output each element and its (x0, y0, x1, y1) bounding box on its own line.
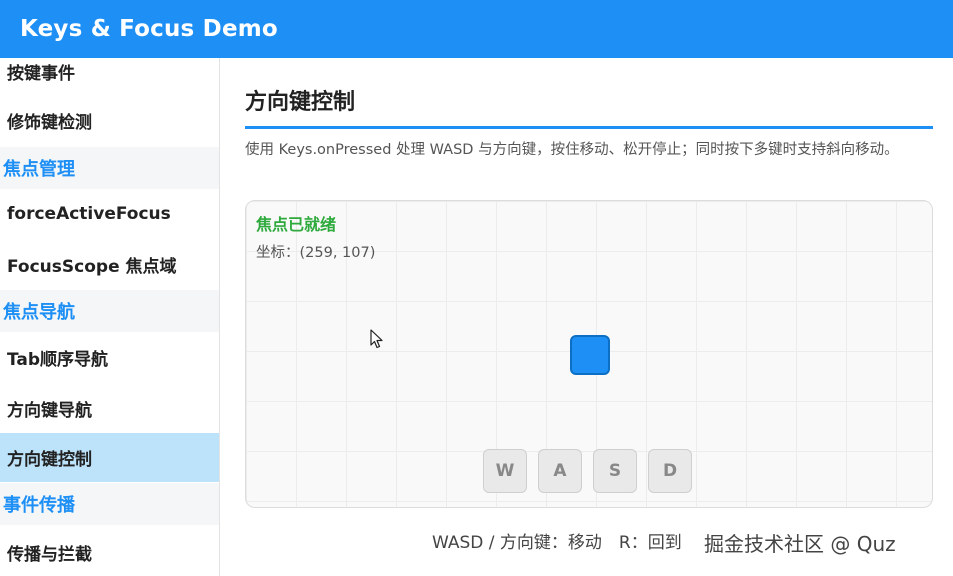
player-block (570, 335, 610, 375)
movement-playfield[interactable]: 焦点已就绪 坐标：(259, 107) W A S D (245, 200, 933, 508)
sidebar-item-focus-scope[interactable]: FocusScope 焦点域 (0, 240, 219, 288)
title-divider (245, 126, 933, 129)
sidebar-section-label: 焦点管理 (3, 159, 75, 180)
sidebar-item-label: forceActiveFocus (7, 204, 171, 224)
sidebar-item-label: 传播与拦截 (7, 544, 92, 565)
sidebar: 按键事件 修饰键检测 焦点管理 forceActiveFocus FocusSc… (0, 58, 220, 576)
sidebar-item-label: Tab顺序导航 (7, 349, 109, 370)
sidebar-item-label: 按键事件 (7, 63, 75, 84)
sidebar-item-arrow-navigation[interactable]: 方向键导航 (0, 384, 219, 432)
app-title: Keys & Focus Demo (20, 16, 278, 42)
key-hint-a: A (538, 449, 582, 493)
sidebar-item-force-active-focus[interactable]: forceActiveFocus (0, 190, 219, 238)
sidebar-item-label: 方向键控制 (7, 450, 92, 470)
key-hint-w: W (483, 449, 527, 493)
sidebar-section-event-propagation: 事件传播 (0, 483, 219, 525)
sidebar-section-label: 焦点导航 (3, 302, 75, 323)
sidebar-item-label: 修饰键检测 (7, 112, 92, 133)
sidebar-item-modifier-keys[interactable]: 修饰键检测 (0, 96, 219, 144)
sidebar-item-label: 方向键导航 (7, 400, 92, 421)
key-hint-d: D (648, 449, 692, 493)
watermark: 掘金技术社区 @ Quz (704, 532, 896, 556)
focus-status: 焦点已就绪 (256, 215, 337, 234)
page-title: 方向键控制 (245, 90, 356, 115)
title-bar: Keys & Focus Demo (0, 0, 953, 58)
sidebar-section-focus-management: 焦点管理 (0, 147, 219, 189)
sidebar-item-label: FocusScope 焦点域 (7, 256, 177, 277)
control-hint: WASD / 方向键：移动 R：回到 (432, 533, 682, 553)
key-hint-s: S (593, 449, 637, 493)
sidebar-section-label: 事件传播 (3, 495, 75, 516)
sidebar-item-propagation-intercept[interactable]: 传播与拦截 (0, 528, 219, 576)
sidebar-item-tab-order[interactable]: Tab顺序导航 (0, 333, 219, 381)
coordinate-readout: 坐标：(259, 107) (256, 245, 376, 261)
sidebar-section-focus-navigation: 焦点导航 (0, 290, 219, 332)
sidebar-item-key-events[interactable]: 按键事件 (0, 58, 219, 95)
sidebar-item-arrow-control[interactable]: 方向键控制 (0, 433, 219, 482)
mouse-pointer-icon (370, 329, 383, 349)
page-description: 使用 Keys.onPressed 处理 WASD 与方向键，按住移动、松开停止… (245, 142, 899, 158)
